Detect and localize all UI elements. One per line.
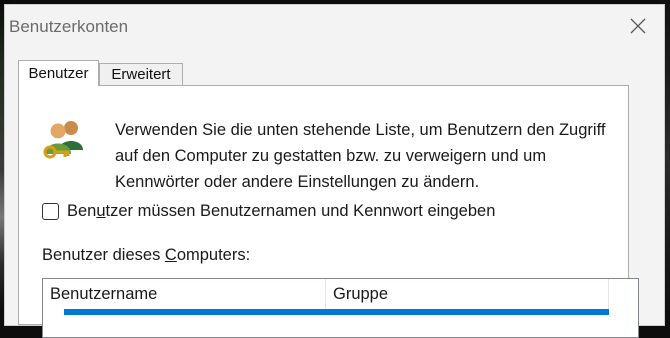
intro-text: Verwenden Sie die unten stehende Liste, … bbox=[115, 121, 606, 191]
require-login-label: Benutzer müssen Benutzernamen und Kennwo… bbox=[67, 201, 496, 220]
title-bar: Benutzerkonten bbox=[5, 5, 664, 47]
close-icon bbox=[630, 18, 646, 34]
require-login-row[interactable]: Benutzer müssen Benutzernamen und Kennwo… bbox=[42, 200, 495, 222]
tab-erweitert-label: Erweitert bbox=[111, 66, 171, 83]
tab-benutzer-label: Benutzer bbox=[28, 65, 89, 82]
users-list[interactable]: Benutzername Gruppe bbox=[42, 278, 639, 338]
tab-benutzer[interactable]: Benutzer bbox=[18, 60, 99, 86]
users-icon bbox=[43, 121, 83, 159]
column-header-username[interactable]: Benutzername bbox=[43, 279, 326, 309]
window-title: Benutzerkonten bbox=[9, 17, 129, 36]
require-login-checkbox[interactable] bbox=[42, 202, 59, 220]
tab-erweitert[interactable]: Erweitert bbox=[99, 63, 183, 85]
user-accounts-dialog: Benutzerkonten Benutzer Erweitert Verwen… bbox=[4, 4, 665, 338]
users-list-label: Benutzer dieses Computers: bbox=[42, 246, 251, 264]
close-button[interactable] bbox=[616, 8, 660, 44]
users-tab-panel: Verwenden Sie die unten stehende Liste, … bbox=[18, 85, 639, 338]
column-header-group[interactable]: Gruppe bbox=[326, 279, 609, 309]
